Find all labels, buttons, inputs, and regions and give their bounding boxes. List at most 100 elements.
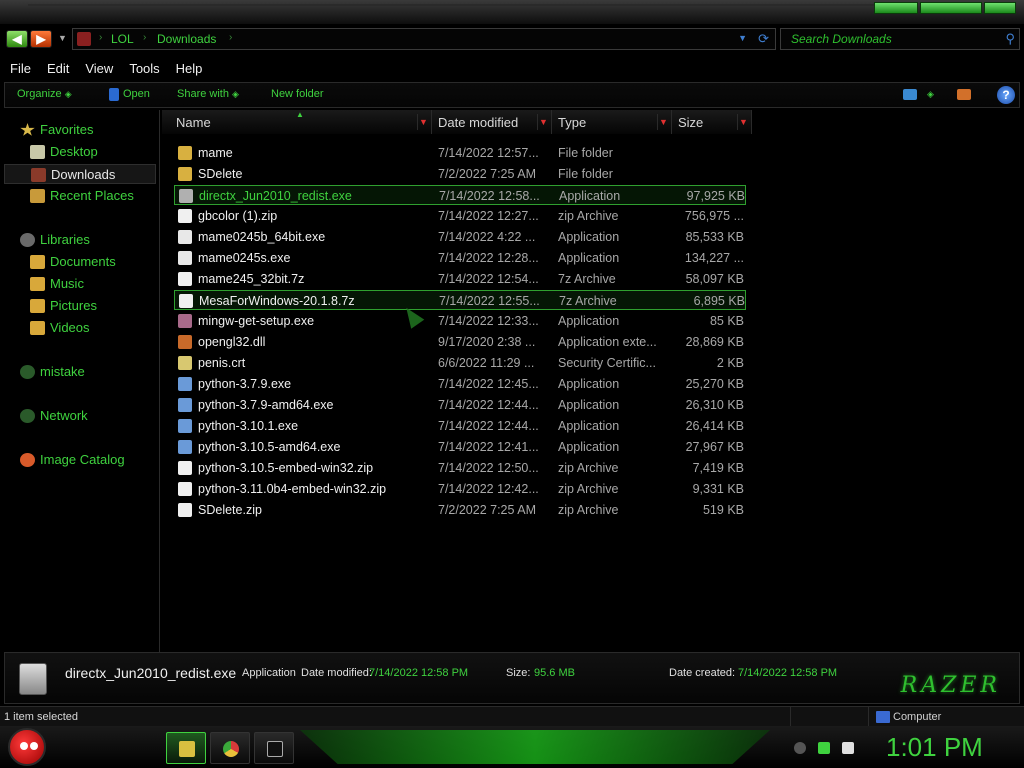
- window-controls: [874, 2, 1016, 14]
- nav-label: Libraries: [40, 232, 90, 247]
- address-dropdown-icon[interactable]: ▼: [738, 33, 747, 43]
- column-filter-dropdown-icon[interactable]: ▼: [537, 114, 549, 130]
- start-button[interactable]: [8, 728, 46, 766]
- file-type: Application: [558, 251, 620, 265]
- file-name: SDelete: [198, 167, 243, 181]
- file-row-selected[interactable]: directx_Jun2010_redist.exe 7/14/2022 12:…: [174, 185, 746, 205]
- file-row[interactable]: SDelete.zip 7/2/2022 7:25 AM zip Archive…: [174, 500, 746, 520]
- search-icon[interactable]: ⚲: [1005, 31, 1015, 47]
- file-name: opengl32.dll: [198, 335, 266, 349]
- file-date: 9/17/2020 2:38 ...: [438, 335, 536, 349]
- taskbar-explorer[interactable]: [166, 732, 206, 764]
- taskbar-chrome[interactable]: [210, 732, 250, 764]
- file-date: 7/14/2022 12:28...: [438, 251, 539, 265]
- column-filter-dropdown-icon[interactable]: ▼: [657, 114, 669, 130]
- file-row[interactable]: mingw-get-setup.exe 7/14/2022 12:33... A…: [174, 311, 746, 331]
- file-type: 7z Archive: [559, 294, 617, 308]
- column-filter-dropdown-icon[interactable]: ▼: [417, 114, 429, 130]
- nav-favorites[interactable]: Favorites: [20, 120, 150, 140]
- view-dropdown-icon[interactable]: ◈: [927, 88, 934, 100]
- tray-app-icon[interactable]: [818, 742, 830, 754]
- column-header-date[interactable]: Date modified ▼: [432, 110, 552, 134]
- nav-videos[interactable]: Videos: [30, 318, 150, 338]
- nav-homegroup[interactable]: mistake: [20, 362, 150, 382]
- file-row[interactable]: opengl32.dll 9/17/2020 2:38 ... Applicat…: [174, 332, 746, 352]
- column-header-type[interactable]: Type ▼: [552, 110, 672, 134]
- file-date: 7/14/2022 12:27...: [438, 209, 539, 223]
- back-button[interactable]: ◀: [6, 30, 28, 48]
- taskbar-clock[interactable]: 1:01 PM: [886, 732, 983, 763]
- file-row[interactable]: mame0245b_64bit.exe 7/14/2022 4:22 ... A…: [174, 227, 746, 247]
- minimize-button[interactable]: [874, 2, 918, 14]
- file-type: zip Archive: [558, 482, 619, 496]
- file-size: 7,419 KB: [692, 461, 744, 475]
- file-row[interactable]: python-3.10.5-amd64.exe 7/14/2022 12:41.…: [174, 437, 746, 457]
- close-button[interactable]: [984, 2, 1016, 14]
- file-date: 7/14/2022 12:57...: [438, 146, 539, 160]
- help-icon[interactable]: ?: [997, 86, 1015, 104]
- menu-file[interactable]: File: [2, 58, 39, 80]
- razer-logo: RAZER: [900, 673, 1001, 698]
- file-date: 7/14/2022 12:44...: [438, 398, 539, 412]
- share-with-button[interactable]: Share with ◈: [177, 88, 239, 100]
- breadcrumb-lol[interactable]: LOL: [111, 32, 134, 46]
- nav-documents[interactable]: Documents: [30, 252, 150, 272]
- file-row-hover[interactable]: MesaForWindows-20.1.8.7z 7/14/2022 12:55…: [174, 290, 746, 310]
- certificate-icon: [178, 356, 192, 370]
- nav-music[interactable]: Music: [30, 274, 150, 294]
- file-size: 6,895 KB: [693, 294, 745, 308]
- file-row[interactable]: mame245_32bit.7z 7/14/2022 12:54... 7z A…: [174, 269, 746, 289]
- refresh-icon[interactable]: ⟳: [758, 31, 769, 47]
- taskbar-cmd[interactable]: [254, 732, 294, 764]
- file-size: 26,310 KB: [685, 398, 744, 412]
- organize-button[interactable]: Organize ◈: [17, 88, 72, 100]
- search-input[interactable]: [781, 29, 991, 49]
- file-row[interactable]: python-3.7.9-amd64.exe 7/14/2022 12:44..…: [174, 395, 746, 415]
- volume-icon[interactable]: [842, 742, 854, 754]
- nav-label: Recent Places: [50, 188, 134, 203]
- nav-pictures[interactable]: Pictures: [30, 296, 150, 316]
- python-installer-icon: [178, 440, 192, 454]
- menu-edit[interactable]: Edit: [39, 58, 77, 80]
- file-row[interactable]: mame0245s.exe 7/14/2022 12:28... Applica…: [174, 248, 746, 268]
- nav-label: Pictures: [50, 298, 97, 313]
- dropdown-dot-icon: ◈: [232, 89, 239, 99]
- menu-tools[interactable]: Tools: [121, 58, 167, 80]
- file-row[interactable]: python-3.7.9.exe 7/14/2022 12:45... Appl…: [174, 374, 746, 394]
- column-title: Name: [176, 115, 211, 130]
- history-dropdown-icon[interactable]: ▼: [58, 33, 67, 43]
- nav-network[interactable]: Network: [20, 406, 150, 426]
- view-options-icon[interactable]: [903, 89, 917, 100]
- nav-downloads[interactable]: Downloads: [4, 164, 156, 184]
- breadcrumb-downloads[interactable]: Downloads: [157, 32, 216, 46]
- file-row[interactable]: python-3.10.1.exe 7/14/2022 12:44... App…: [174, 416, 746, 436]
- nav-recent-places[interactable]: Recent Places: [30, 186, 156, 206]
- file-row[interactable]: gbcolor (1).zip 7/14/2022 12:27... zip A…: [174, 206, 746, 226]
- file-row[interactable]: python-3.10.5-embed-win32.zip 7/14/2022 …: [174, 458, 746, 478]
- open-button[interactable]: Open: [123, 88, 150, 100]
- file-row[interactable]: mame 7/14/2022 12:57... File folder: [174, 143, 746, 163]
- column-filter-dropdown-icon[interactable]: ▼: [737, 114, 749, 130]
- nav-image-catalog[interactable]: Image Catalog: [20, 450, 156, 470]
- menu-view[interactable]: View: [77, 58, 121, 80]
- file-row[interactable]: penis.crt 6/6/2022 11:29 ... Security Ce…: [174, 353, 746, 373]
- new-folder-button[interactable]: New folder: [271, 88, 324, 100]
- preview-pane-icon[interactable]: [957, 89, 971, 100]
- address-bar[interactable]: › LOL › Downloads › ▼ ⟳: [72, 28, 776, 50]
- nav-label: Music: [50, 276, 84, 291]
- file-row[interactable]: SDelete 7/2/2022 7:25 AM File folder: [174, 164, 746, 184]
- python-installer-icon: [178, 377, 192, 391]
- show-hidden-icons-icon[interactable]: [794, 742, 806, 754]
- column-header-size[interactable]: Size ▼: [672, 110, 752, 134]
- file-name: python-3.10.5-amd64.exe: [198, 440, 341, 454]
- nav-libraries[interactable]: Libraries: [20, 230, 150, 250]
- forward-button[interactable]: ▶: [30, 30, 52, 48]
- column-title: Size: [678, 115, 704, 130]
- maximize-button[interactable]: [920, 2, 982, 14]
- file-date: 7/14/2022 12:58...: [439, 189, 540, 203]
- menu-help[interactable]: Help: [168, 58, 211, 80]
- nav-desktop[interactable]: Desktop: [30, 142, 150, 162]
- file-row[interactable]: python-3.11.0b4-embed-win32.zip 7/14/202…: [174, 479, 746, 499]
- computer-icon: [876, 711, 890, 723]
- file-date: 7/14/2022 12:55...: [439, 294, 540, 308]
